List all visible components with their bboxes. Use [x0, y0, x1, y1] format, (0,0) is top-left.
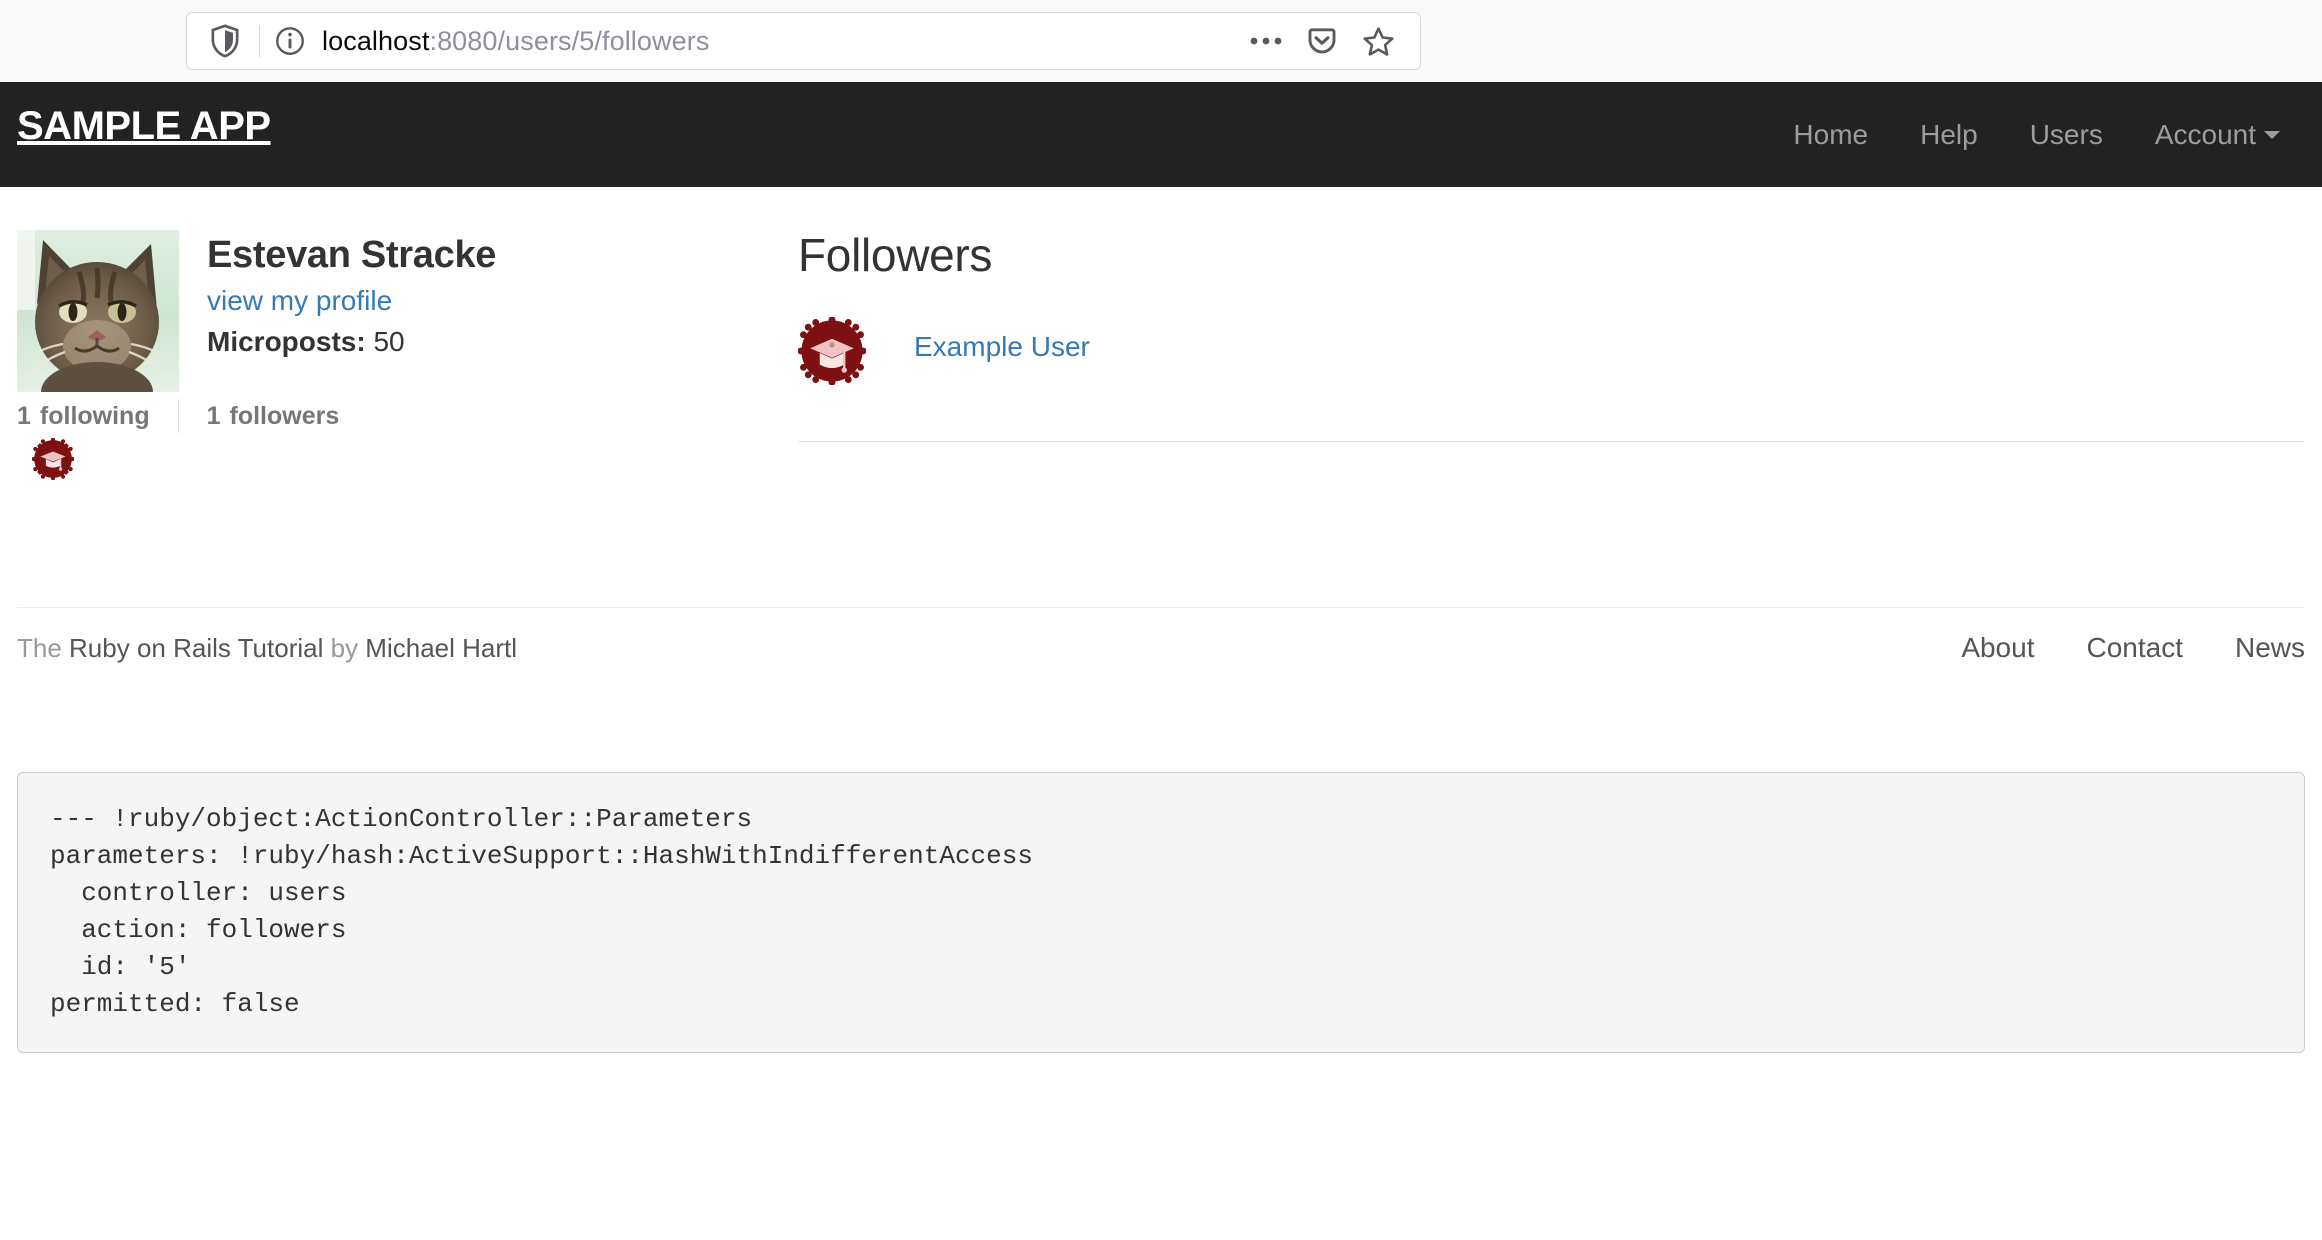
micropost-count: Microposts: 50 — [207, 325, 496, 358]
micropost-count-label: Microposts: — [207, 325, 366, 357]
nav-item-users[interactable]: Users — [2004, 119, 2129, 151]
following-user-gravatar[interactable] — [32, 438, 74, 480]
stat-following-count: 1 — [17, 401, 31, 430]
stat-following[interactable]: 1 following — [17, 402, 178, 431]
bookmark-star-icon[interactable] — [1350, 25, 1406, 58]
footer-links: About Contact News — [1909, 632, 2305, 664]
view-profile-link[interactable]: view my profile — [207, 285, 496, 317]
browser-chrome: localhost:8080/users/5/followers — [0, 0, 2322, 82]
user-stats: 1 following 1 followers — [17, 388, 757, 444]
debug-box: --- !ruby/object:ActionController::Param… — [17, 772, 2305, 1054]
nav-item-help[interactable]: Help — [1894, 119, 2004, 151]
user-header: Estevan Stracke view my profile Micropos… — [17, 230, 757, 392]
footer: The Ruby on Rails Tutorial by Michael Ha… — [17, 607, 2305, 664]
nav-links: Home Help Users Account — [1767, 82, 2302, 187]
footer-credit-middle: by — [323, 633, 366, 663]
site-info-icon[interactable] — [272, 26, 308, 56]
stat-followers-count: 1 — [206, 401, 221, 430]
nav-item-account[interactable]: Account — [2129, 119, 2302, 151]
footer-tutorial-link[interactable]: Ruby on Rails Tutorial — [69, 633, 323, 663]
following-avatar-list — [32, 438, 74, 480]
footer-author-link[interactable]: Michael Hartl — [365, 633, 517, 663]
avatar — [17, 230, 179, 392]
url-path: :8080/users/5/followers — [429, 25, 710, 56]
nav-item-account-label: Account — [2154, 118, 2256, 150]
footer-link-contact[interactable]: Contact — [2086, 632, 2183, 664]
user-sidebar: Estevan Stracke view my profile Micropos… — [17, 230, 757, 480]
nav-item-home[interactable]: Home — [1767, 119, 1894, 151]
site-logo[interactable]: SAMPLE APP — [17, 106, 271, 146]
url-host: localhost — [322, 25, 430, 56]
follower-gravatar[interactable] — [798, 316, 866, 385]
page-title: Followers — [798, 229, 993, 281]
address-bar[interactable]: localhost:8080/users/5/followers — [186, 12, 1421, 70]
footer-link-about[interactable]: About — [1961, 632, 2034, 664]
chevron-down-icon — [2264, 130, 2280, 139]
page-actions-icon[interactable] — [1238, 36, 1294, 46]
stats-divider — [177, 399, 179, 433]
pocket-icon[interactable] — [1294, 25, 1350, 57]
list-item: Example User — [798, 316, 2304, 442]
stat-following-label: following — [39, 401, 150, 430]
stat-followers-label: followers — [229, 401, 340, 430]
user-meta: Estevan Stracke view my profile Micropos… — [207, 230, 496, 357]
top-navbar: SAMPLE APP Home Help Users Account — [0, 82, 2322, 187]
footer-credit: The Ruby on Rails Tutorial by Michael Ha… — [17, 633, 517, 664]
debug-parameters-dump: --- !ruby/object:ActionController::Param… — [50, 804, 1033, 1019]
url-text[interactable]: localhost:8080/users/5/followers — [322, 26, 1238, 57]
stat-followers[interactable]: 1 followers — [207, 402, 368, 431]
follower-name-link[interactable]: Example User — [914, 317, 1090, 363]
address-bar-divider — [259, 25, 260, 57]
micropost-count-value: 50 — [373, 325, 405, 357]
user-name: Estevan Stracke — [207, 234, 497, 276]
followers-list: Example User — [798, 316, 2304, 442]
followers-column: Followers Example User — [798, 187, 2304, 442]
shield-icon[interactable] — [203, 24, 247, 58]
footer-link-news[interactable]: News — [2235, 632, 2305, 664]
footer-credit-prefix: The — [17, 633, 70, 663]
